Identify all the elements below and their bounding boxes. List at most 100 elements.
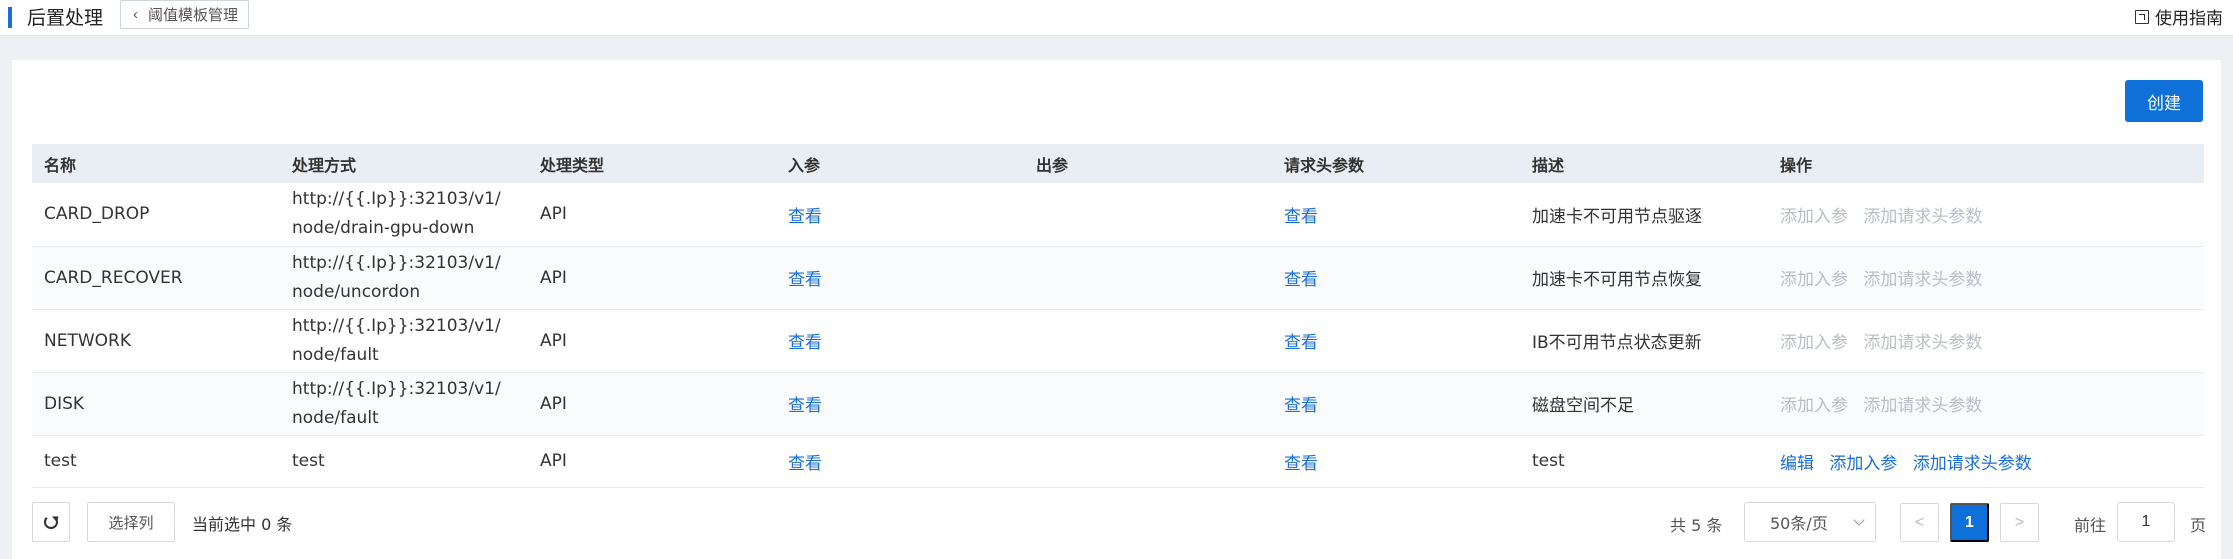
refresh-button[interactable]	[32, 502, 70, 542]
table-row: CARD_DROP http://{{.Ip}}:32103/v1/node/d…	[32, 183, 2204, 247]
back-button-label: 阈值模板管理	[148, 7, 239, 24]
table-row: DISK http://{{.Ip}}:32103/v1/node/fault …	[32, 372, 2204, 436]
cell-input: 查看	[776, 435, 1024, 488]
cell-name: DISK	[32, 372, 280, 436]
add-headers-action: 添加请求头参数	[1863, 396, 1983, 416]
cell-headers: 查看	[1272, 372, 1520, 436]
column-header: 名称	[32, 144, 280, 183]
cell-method: test	[280, 435, 528, 488]
cell-name: test	[32, 435, 280, 488]
cell-method: http://{{.Ip}}:32103/v1/node/uncordon	[280, 246, 528, 310]
cell-output	[1024, 183, 1272, 247]
cell-desc: 加速卡不可用节点恢复	[1520, 246, 1768, 310]
cell-desc: IB不可用节点状态更新	[1520, 309, 1768, 373]
column-header: 操作	[1768, 144, 2204, 183]
view-headers-link[interactable]: 查看	[1284, 454, 1318, 474]
external-link-icon	[2135, 9, 2149, 24]
add-input-action: 添加入参	[1780, 333, 1848, 353]
cell-type: API	[528, 309, 776, 373]
method-text: test	[292, 450, 325, 471]
method-text: http://{{.Ip}}:32103/v1/node/fault	[292, 378, 501, 428]
prev-page-button[interactable]: <	[1900, 503, 1939, 542]
column-header: 描述	[1520, 144, 1768, 183]
cell-name: CARD_DROP	[32, 183, 280, 247]
title-accent-bar	[8, 7, 12, 28]
cell-headers: 查看	[1272, 435, 1520, 488]
cell-output	[1024, 309, 1272, 373]
page-title: 后置处理	[27, 7, 104, 29]
create-button[interactable]: 创建	[2125, 80, 2203, 122]
cell-name: NETWORK	[32, 309, 280, 373]
add-headers-action: 添加请求头参数	[1863, 270, 1983, 290]
cell-ops: 添加入参 添加请求头参数	[1768, 309, 2204, 373]
cell-input: 查看	[776, 309, 1024, 373]
cell-ops: 编辑 添加入参 添加请求头参数	[1768, 435, 2204, 488]
add-input-action: 添加入参	[1780, 206, 1848, 227]
cell-method: http://{{.Ip}}:32103/v1/node/fault	[280, 372, 528, 436]
goto-suffix: 页	[2190, 516, 2207, 535]
cell-type: API	[528, 246, 776, 310]
page-size-select[interactable]: 50条/页	[1744, 502, 1876, 542]
user-guide-label: 使用指南	[2155, 9, 2223, 29]
cell-headers: 查看	[1272, 183, 1520, 247]
view-input-link[interactable]: 查看	[788, 270, 822, 290]
add-headers-action: 添加请求头参数	[1863, 333, 1983, 353]
top-bar: 后置处理 ‹ 阈值模板管理 使用指南	[0, 0, 2233, 36]
page-size-value: 50条/页	[1770, 514, 1828, 533]
user-guide-link[interactable]: 使用指南	[2135, 4, 2223, 29]
table-row: test test API 查看 查看 test 编辑 添加入参 添加请求头参数	[32, 435, 2204, 488]
view-headers-link[interactable]: 查看	[1284, 207, 1318, 227]
method-text: http://{{.Ip}}:32103/v1/node/fault	[292, 315, 501, 365]
column-header: 出参	[1024, 144, 1272, 183]
goto-label: 前往	[2074, 516, 2107, 535]
total-count: 共 5 条	[1670, 516, 1723, 535]
back-button[interactable]: ‹ 阈值模板管理	[120, 0, 250, 29]
column-header: 处理方式	[280, 144, 528, 183]
page-number-current[interactable]: 1	[1950, 503, 1989, 542]
cell-desc: test	[1520, 435, 1768, 488]
cell-desc: 加速卡不可用节点驱逐	[1520, 183, 1768, 247]
column-header: 处理类型	[528, 144, 776, 183]
add-input-action: 添加入参	[1780, 270, 1848, 290]
table-footer: 选择列 当前选中 0 条 共 5 条 50条/页 < 1 > 前往 页	[32, 502, 2207, 542]
table-row: CARD_RECOVER http://{{.Ip}}:32103/v1/nod…	[32, 246, 2204, 310]
cell-ops: 添加入参 添加请求头参数	[1768, 246, 2204, 310]
add-headers-action[interactable]: 添加请求头参数	[1913, 454, 2032, 474]
next-page-button[interactable]: >	[2000, 503, 2039, 542]
add-input-action[interactable]: 添加入参	[1829, 454, 1897, 474]
method-text: http://{{.Ip}}:32103/v1/node/drain-gpu-d…	[292, 189, 501, 239]
view-headers-link[interactable]: 查看	[1284, 270, 1318, 290]
view-input-link[interactable]: 查看	[788, 454, 822, 474]
view-headers-link[interactable]: 查看	[1284, 396, 1318, 416]
cell-type: API	[528, 183, 776, 247]
cell-ops: 添加入参 添加请求头参数	[1768, 372, 2204, 436]
column-header: 入参	[776, 144, 1024, 183]
cell-headers: 查看	[1272, 246, 1520, 310]
cell-method: http://{{.Ip}}:32103/v1/node/drain-gpu-d…	[280, 183, 528, 247]
table-row: NETWORK http://{{.Ip}}:32103/v1/node/fau…	[32, 309, 2204, 373]
view-headers-link[interactable]: 查看	[1284, 333, 1318, 353]
refresh-icon	[44, 515, 58, 529]
cell-output	[1024, 372, 1272, 436]
cell-input: 查看	[776, 372, 1024, 436]
cell-type: API	[528, 372, 776, 436]
content-card: 创建 名称 处理方式 处理类型 入参 出参 请求头参数 描述 操作 CARD_D…	[12, 60, 2221, 559]
cell-output	[1024, 246, 1272, 310]
method-text: http://{{.Ip}}:32103/v1/node/uncordon	[292, 252, 501, 302]
view-input-link[interactable]: 查看	[788, 396, 822, 416]
chevron-down-icon	[1853, 514, 1865, 526]
view-input-link[interactable]: 查看	[788, 333, 822, 353]
post-processing-table: 名称 处理方式 处理类型 入参 出参 请求头参数 描述 操作 CARD_DROP…	[32, 144, 2204, 488]
cell-headers: 查看	[1272, 309, 1520, 373]
column-header: 请求头参数	[1272, 144, 1520, 183]
table-header-row: 名称 处理方式 处理类型 入参 出参 请求头参数 描述 操作	[32, 144, 2204, 183]
view-input-link[interactable]: 查看	[788, 207, 822, 227]
select-columns-button[interactable]: 选择列	[87, 502, 175, 542]
cell-name: CARD_RECOVER	[32, 246, 280, 310]
edit-action[interactable]: 编辑	[1780, 454, 1814, 474]
cell-type: API	[528, 435, 776, 488]
add-headers-action: 添加请求头参数	[1863, 206, 1983, 227]
cell-input: 查看	[776, 183, 1024, 247]
goto-page-input[interactable]	[2117, 502, 2175, 542]
chevron-left-icon: ‹	[133, 6, 138, 23]
